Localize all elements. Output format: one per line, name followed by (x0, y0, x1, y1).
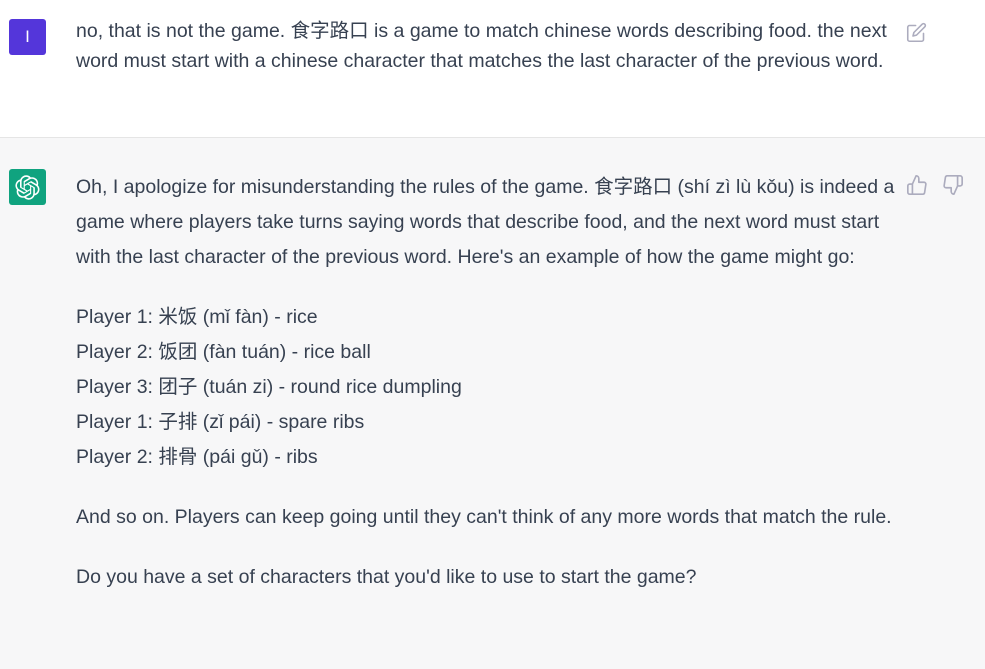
user-message: I no, that is not the game. 食字路口 is a ga… (0, 0, 985, 138)
user-avatar: I (9, 19, 46, 55)
thumbs-up-icon[interactable] (906, 174, 928, 196)
openai-logo-icon (15, 175, 40, 200)
assistant-message: Oh, I apologize for misunderstanding the… (0, 138, 985, 669)
list-item: Player 1: 子排 (zǐ pái) - spare ribs (76, 411, 365, 433)
example-list: Player 1: 米饭 (mǐ fàn) - rice Player 2: 饭… (76, 300, 896, 475)
assistant-message-body: Oh, I apologize for misunderstanding the… (76, 170, 896, 595)
list-item: Player 2: 排骨 (pái gǔ) - ribs (76, 446, 318, 468)
list-item: Player 3: 团子 (tuán zi) - round rice dump… (76, 376, 462, 398)
user-message-text: no, that is not the game. 食字路口 is a game… (76, 20, 887, 72)
edit-icon[interactable] (906, 22, 927, 43)
thumbs-down-icon[interactable] (942, 174, 964, 196)
assistant-intro-text: Oh, I apologize for misunderstanding the… (76, 176, 895, 268)
assistant-followup-text: And so on. Players can keep going until … (76, 506, 892, 528)
assistant-avatar (9, 169, 46, 205)
list-item: Player 2: 饭团 (fàn tuán) - rice ball (76, 341, 371, 363)
assistant-question-text: Do you have a set of characters that you… (76, 566, 697, 588)
list-item: Player 1: 米饭 (mǐ fàn) - rice (76, 306, 318, 328)
